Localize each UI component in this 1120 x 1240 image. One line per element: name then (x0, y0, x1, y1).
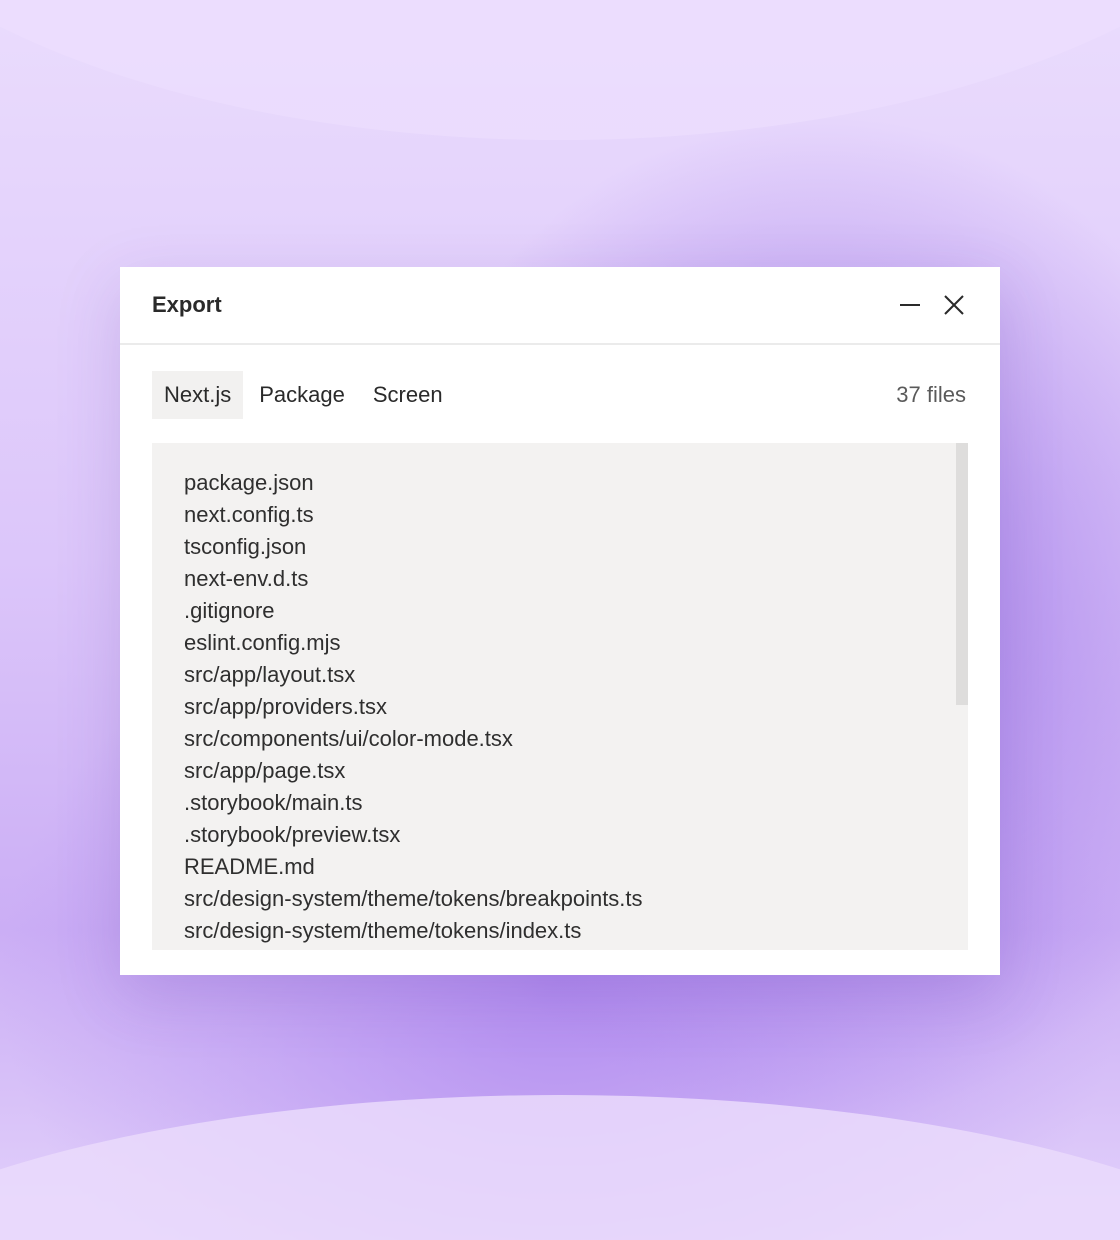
tab-screen[interactable]: Screen (361, 371, 455, 419)
file-list-item: .storybook/preview.tsx (184, 822, 401, 847)
file-list-item: README.md (184, 854, 315, 879)
dialog-titlebar: Export (120, 267, 1000, 345)
file-list-item: src/components/ui/color-mode.tsx (184, 726, 513, 751)
file-list-item: eslint.config.mjs (184, 630, 341, 655)
file-list-item: package.json (184, 470, 314, 495)
file-list-item: next-env.d.ts (184, 566, 309, 591)
window-controls (898, 293, 966, 317)
scrollbar-thumb[interactable] (956, 443, 968, 705)
file-list: package.json next.config.ts tsconfig.jso… (152, 443, 968, 947)
file-list-item: src/design-system/theme/tokens/index.ts (184, 918, 582, 943)
export-tabbar: Next.js Package Screen 37 files (152, 371, 966, 419)
file-list-item: next.config.ts (184, 502, 314, 527)
file-list-item: .gitignore (184, 598, 275, 623)
tab-package[interactable]: Package (247, 371, 357, 419)
scrollbar-track[interactable] (956, 443, 968, 950)
dialog-title: Export (152, 292, 222, 317)
minimize-icon (900, 304, 920, 306)
export-dialog: Export Next.js Package Screen 37 files p… (120, 267, 1000, 975)
file-list-item: src/app/page.tsx (184, 758, 346, 783)
close-icon (944, 295, 964, 315)
file-list-item: src/design-system/theme/tokens/breakpoin… (184, 886, 643, 911)
file-list-item: src/app/providers.tsx (184, 694, 387, 719)
tab-list: Next.js Package Screen (152, 371, 455, 419)
file-list-item: .storybook/main.ts (184, 790, 363, 815)
close-button[interactable] (942, 293, 966, 317)
file-list-panel[interactable]: package.json next.config.ts tsconfig.jso… (152, 443, 968, 950)
file-list-item: tsconfig.json (184, 534, 307, 559)
tab-nextjs[interactable]: Next.js (152, 371, 244, 419)
file-count: 37 files (896, 382, 966, 407)
file-list-item: src/app/layout.tsx (184, 662, 356, 687)
minimize-button[interactable] (898, 293, 922, 317)
